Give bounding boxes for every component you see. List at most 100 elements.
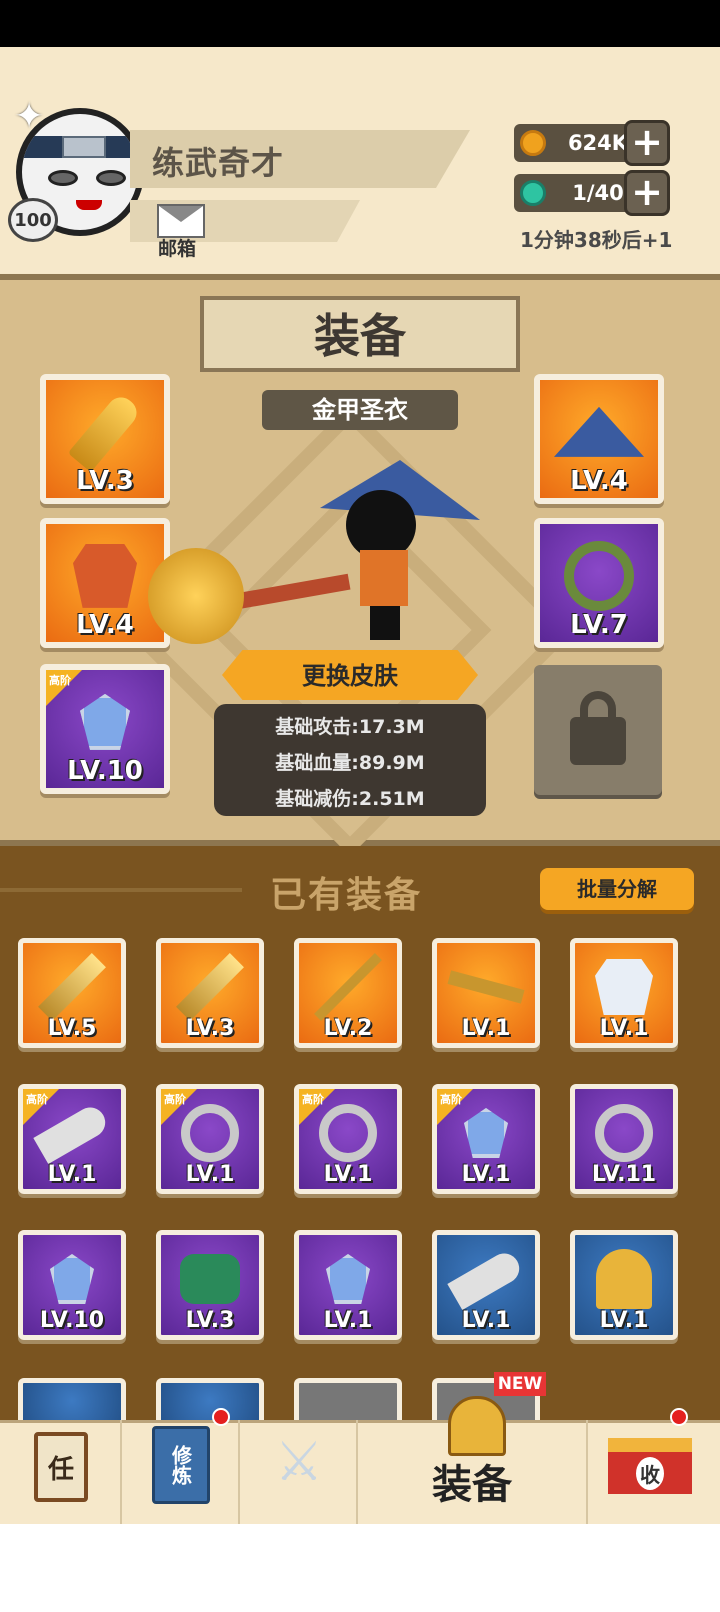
energy-counter: 1/40 + (514, 170, 670, 216)
item-level: LV.10 (39, 1308, 105, 1333)
ring-icon (319, 1104, 377, 1162)
advanced-label: 高阶 (440, 1093, 462, 1106)
advanced-label: 高阶 (26, 1093, 48, 1106)
inventory-item[interactable]: 高阶 LV.1 (18, 1084, 126, 1194)
equip-slot-hat[interactable]: LV.4 (534, 374, 664, 504)
amulet-icon (50, 1254, 94, 1304)
inventory-item[interactable]: 高阶 LV.1 (156, 1084, 264, 1194)
crown-icon: ✦ (14, 96, 45, 137)
equip-slot-amulet[interactable]: 高阶 LV.10 (40, 664, 170, 794)
tab-cultivate[interactable]: 修炼 (122, 1408, 240, 1524)
item-level: LV.4 (570, 466, 628, 496)
equip-slot-ring[interactable]: LV.7 (534, 518, 664, 648)
item-level: LV.1 (461, 1162, 511, 1187)
coin-counter: 624K + (514, 120, 670, 166)
tab-task[interactable]: 任 (0, 1420, 122, 1524)
ring-icon (181, 1104, 239, 1162)
batch-dismantle-button[interactable]: 批量分解 (540, 868, 694, 910)
item-level: LV.4 (76, 610, 134, 640)
system-nav-bar (0, 1524, 720, 1612)
tab-equip-label[interactable]: 装备 (432, 1452, 512, 1510)
item-level: LV.10 (67, 756, 143, 786)
spear-icon (314, 953, 382, 1021)
energy-timer: 1分钟38秒后+1 (520, 228, 673, 252)
item-level: LV.2 (323, 1016, 373, 1041)
sword-icon (176, 953, 244, 1021)
sword-icon (38, 953, 106, 1021)
item-level: LV.1 (185, 1162, 235, 1187)
advanced-label: 高阶 (164, 1093, 186, 1106)
inventory-item[interactable]: 高阶 LV.1 (294, 1084, 402, 1194)
divider (0, 888, 242, 892)
armor-icon (73, 543, 137, 608)
skin-name: 金甲圣衣 (262, 390, 458, 430)
inventory-item[interactable]: 高阶 LV.1 (432, 1084, 540, 1194)
item-level: LV.11 (591, 1162, 657, 1187)
straw-hat-icon (554, 406, 644, 457)
mace-icon (67, 391, 143, 473)
new-badge: NEW (494, 1372, 546, 1396)
mace-icon (148, 548, 244, 644)
coin-icon (520, 130, 546, 156)
scroll-icon: 任 (34, 1432, 88, 1502)
inventory-item[interactable]: LV.2 (294, 938, 402, 1048)
item-level: LV.1 (599, 1016, 649, 1041)
stat-defense: 基础减伤:2.51M (275, 788, 425, 810)
ring-icon (564, 540, 634, 611)
item-level: LV.1 (461, 1016, 511, 1041)
item-level: LV.3 (76, 466, 134, 496)
inventory-item[interactable]: LV.3 (156, 938, 264, 1048)
item-level: LV.1 (599, 1308, 649, 1333)
blade-icon (447, 1248, 525, 1310)
item-level: LV.3 (185, 1016, 235, 1041)
bracer-icon (180, 1254, 240, 1304)
tab-collect[interactable]: 收 (588, 1408, 720, 1524)
add-coins-button[interactable]: + (624, 120, 670, 166)
book-icon: 修炼 (152, 1426, 210, 1504)
inventory-item[interactable]: LV.1 (432, 938, 540, 1048)
item-level: LV.7 (570, 610, 628, 640)
item-level: LV.3 (185, 1308, 235, 1333)
inventory-item[interactable]: LV.3 (156, 1230, 264, 1340)
player-level-badge: 100 (8, 198, 58, 242)
character-figure (300, 430, 480, 660)
change-skin-label[interactable]: 更换皮肤 (222, 656, 478, 691)
inventory-item[interactable]: LV.1 (294, 1230, 402, 1340)
add-energy-button[interactable]: + (624, 170, 670, 216)
amulet-icon (326, 1254, 370, 1304)
mail-label[interactable]: 邮箱 (158, 234, 196, 261)
notification-dot (670, 1408, 688, 1426)
inventory-item[interactable]: LV.1 (570, 938, 678, 1048)
energy-icon (520, 180, 546, 206)
item-level: LV.5 (47, 1016, 97, 1041)
page-title: 装备 (314, 309, 406, 363)
key-icon (447, 970, 525, 1004)
inventory-item[interactable]: LV.11 (570, 1084, 678, 1194)
equip-slot-weapon[interactable]: LV.3 (40, 374, 170, 504)
advanced-label: 高阶 (302, 1093, 324, 1106)
stat-attack: 基础攻击:17.3M (275, 716, 425, 738)
stat-hp: 基础血量:89.9M (275, 752, 425, 774)
collect-label: 收 (636, 1456, 664, 1490)
inventory-item[interactable]: LV.1 (432, 1230, 540, 1340)
mail-icon[interactable] (157, 204, 205, 238)
headband-plate (62, 136, 106, 158)
helmet-icon (448, 1396, 506, 1456)
item-level: LV.1 (461, 1308, 511, 1333)
ring-icon (595, 1104, 653, 1162)
armor-icon (595, 959, 653, 1015)
player-name: 练武奇才 (152, 144, 285, 182)
crossed-swords-icon: ⚔ (274, 1429, 324, 1493)
item-level: LV.1 (323, 1308, 373, 1333)
amulet-icon (80, 693, 130, 750)
notification-dot (212, 1408, 230, 1426)
inventory-item[interactable]: LV.10 (18, 1230, 126, 1340)
tab-battle[interactable]: ⚔ (240, 1420, 358, 1524)
helmet-icon (596, 1249, 652, 1309)
inventory-item[interactable]: LV.5 (18, 938, 126, 1048)
shop-icon: 收 (608, 1438, 692, 1494)
status-bar (0, 0, 720, 47)
locked-slot[interactable] (534, 665, 662, 795)
inventory-title: 已有装备 (270, 875, 423, 916)
inventory-item[interactable]: LV.1 (570, 1230, 678, 1340)
